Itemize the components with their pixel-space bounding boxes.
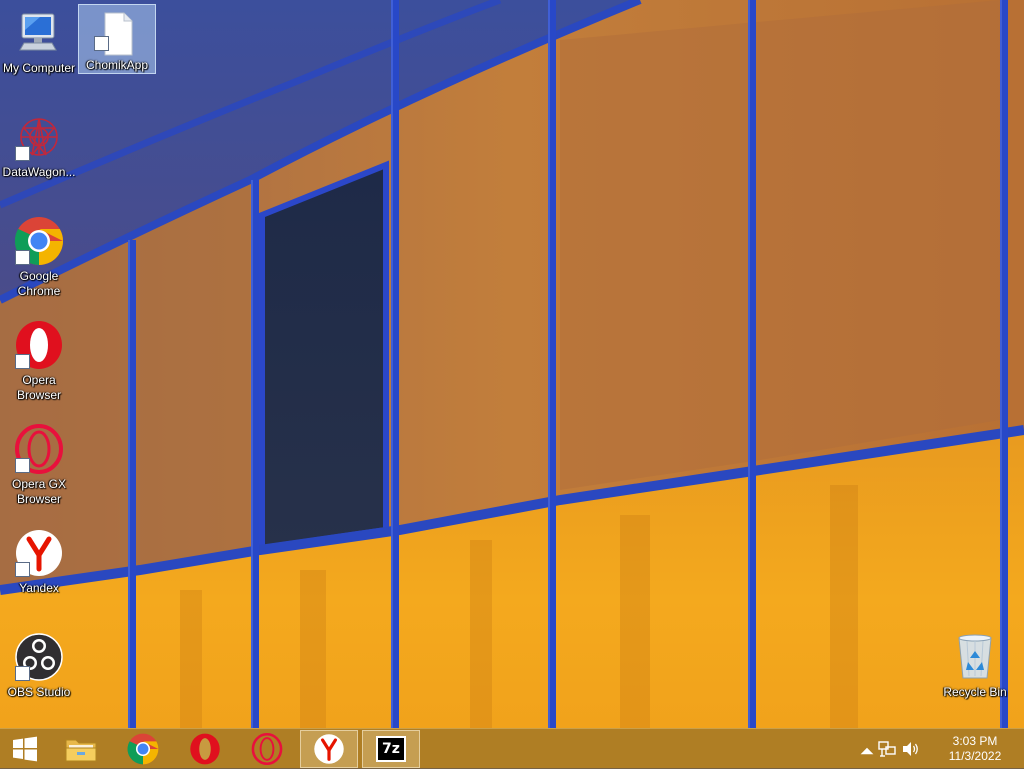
7zip-icon-text: 7z: [382, 741, 400, 757]
desktop-icon-label: Opera GX Browser: [11, 477, 67, 506]
show-hidden-icons-chevron[interactable]: [858, 743, 876, 759]
desktop-icon-label: Google Chrome: [17, 269, 61, 298]
opera-gx-icon: [251, 733, 283, 765]
shortcut-arrow-icon: [15, 458, 30, 473]
chrome-icon: [127, 733, 159, 765]
desktop-icon-datawagon[interactable]: DataWagon...: [1, 108, 77, 180]
desktop-icon-opera-browser[interactable]: Opera Browser: [1, 316, 77, 403]
yandex-icon: [314, 734, 344, 764]
system-tray: 3:03 PM 11/3/2022: [854, 729, 1024, 769]
desktop-icon-label: OBS Studio: [7, 685, 71, 699]
volume-icon[interactable]: [902, 741, 920, 757]
chrome-icon: [14, 216, 64, 266]
network-icon[interactable]: [878, 741, 896, 757]
opera-icon: [14, 320, 64, 370]
desktop-icon-recycle-bin[interactable]: Recycle Bin: [937, 628, 1013, 700]
taskbar-yandex[interactable]: [300, 730, 358, 768]
desktop-icon-label: Opera Browser: [16, 373, 61, 402]
shortcut-arrow-icon: [94, 36, 109, 51]
clock-date: 11/3/2022: [948, 749, 1002, 763]
clock[interactable]: 3:03 PM 11/3/2022: [940, 734, 1010, 764]
taskbar-opera-gx[interactable]: [238, 730, 296, 768]
desktop-icon-yandex[interactable]: Yandex: [1, 524, 77, 596]
clock-time: 3:03 PM: [952, 734, 998, 748]
desktop-icon-my-computer[interactable]: My Computer: [1, 4, 77, 76]
shortcut-arrow-icon: [15, 562, 30, 577]
windows-logo-icon: [13, 736, 37, 762]
desktop-icon-google-chrome[interactable]: Google Chrome: [1, 212, 77, 299]
desktop-icon-label: Yandex: [19, 581, 59, 595]
desktop-icon-label: ChomikApp: [85, 58, 149, 72]
desktop-icon-label: DataWagon...: [2, 165, 76, 179]
opera-icon: [190, 733, 220, 765]
yandex-icon: [14, 528, 64, 578]
desktop-icon-chomikapp[interactable]: ChomikApp: [78, 4, 156, 74]
shortcut-arrow-icon: [15, 666, 30, 681]
taskbar: 7z 3:03 PM 11/3/2022: [0, 728, 1024, 769]
taskbar-file-explorer[interactable]: [52, 730, 110, 768]
desktop-icon-label: My Computer: [2, 61, 76, 75]
desktop-wallpaper: [0, 0, 1024, 768]
taskbar-chrome[interactable]: [114, 730, 172, 768]
desktop-icon-opera-gx-browser[interactable]: Opera GX Browser: [1, 420, 77, 507]
start-button[interactable]: [0, 730, 50, 768]
blank-file-icon: [92, 9, 142, 56]
desktop-icon-label: Recycle Bin: [943, 685, 1007, 699]
desktop-icon-obs-studio[interactable]: OBS Studio: [1, 628, 77, 700]
folder-icon: [65, 739, 97, 762]
shortcut-arrow-icon: [15, 250, 30, 265]
shortcut-arrow-icon: [15, 146, 30, 161]
datawagon-icon: [14, 112, 64, 162]
shortcut-arrow-icon: [15, 354, 30, 369]
7zip-icon: 7z: [376, 736, 406, 762]
obs-icon: [14, 632, 64, 682]
taskbar-7zip[interactable]: 7z: [362, 730, 420, 768]
opera-gx-icon: [14, 424, 64, 474]
recycle-bin-icon: [950, 632, 1000, 682]
taskbar-opera[interactable]: [176, 730, 234, 768]
computer-icon: [14, 8, 64, 58]
